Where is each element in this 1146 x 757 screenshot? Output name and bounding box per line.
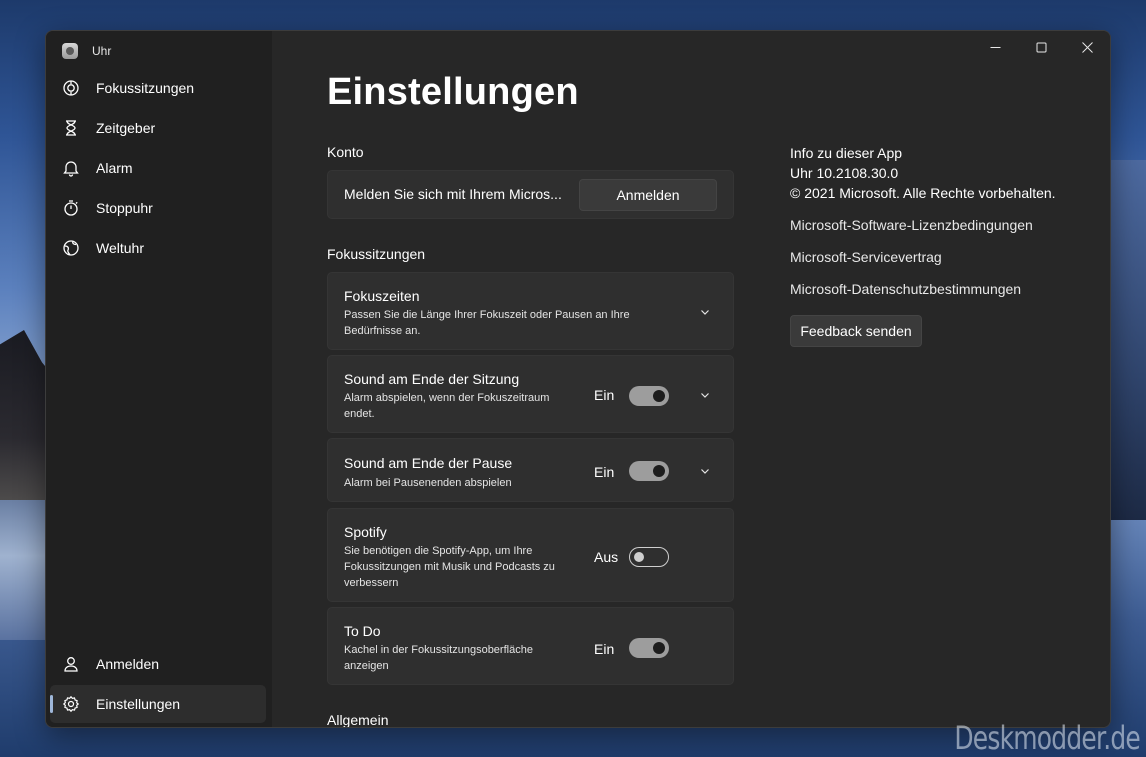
sign-in-button[interactable]: Anmelden: [579, 179, 717, 211]
maximize-icon: [1036, 42, 1046, 52]
card-description: Sie benötigen die Spotify-App, um Ihre F…: [344, 545, 555, 589]
settings-page: Einstellungen Konto Melden Sie sich mit …: [272, 31, 1110, 727]
card-title: Spotify: [344, 524, 387, 540]
toggle-knob: [653, 465, 665, 477]
hourglass-icon: [62, 119, 80, 137]
card-title: Sound am Ende der Pause: [344, 455, 513, 471]
break-end-sound-card: Sound am Ende der Pause Alarm bei Pausen…: [327, 438, 734, 502]
license-terms-link[interactable]: Microsoft-Software-Lizenzbedingungen: [790, 215, 1056, 235]
page-title: Einstellungen: [327, 71, 579, 113]
sidebar-item-label: Einstellungen: [96, 696, 181, 712]
toggle-state-label: Ein: [594, 641, 615, 657]
account-card: Melden Sie sich mit Ihrem Micros... Anme…: [327, 170, 734, 219]
todo-toggle[interactable]: [629, 638, 669, 658]
minimize-icon: [990, 46, 1000, 48]
card-description: Alarm abspielen, wenn der Fokuszeitraum …: [344, 392, 550, 420]
sidebar-item-world-clock[interactable]: Weltuhr: [50, 229, 266, 267]
app-version: Uhr 10.2108.30.0: [790, 165, 899, 181]
focus-times-card[interactable]: Fokuszeiten Passen Sie die Länge Ihrer F…: [327, 272, 734, 350]
close-button[interactable]: [1064, 31, 1110, 63]
session-end-sound-card: Sound am Ende der Sitzung Alarm abspiele…: [327, 355, 734, 433]
section-focus-sessions: Fokussitzungen: [327, 246, 426, 262]
watermark-text: Deskmodder.de: [954, 719, 1140, 757]
card-title: Sound am Ende der Sitzung: [344, 371, 520, 387]
sidebar-item-timer[interactable]: Zeitgeber: [50, 109, 266, 147]
privacy-statement-link[interactable]: Microsoft-Datenschutzbestimmungen: [790, 279, 1056, 299]
toggle-knob: [653, 390, 665, 402]
app-title-bar: Uhr: [62, 41, 111, 61]
account-signin-text: Melden Sie sich mit Ihrem Micros...: [344, 186, 562, 202]
clock-app-icon: [62, 43, 78, 59]
globe-icon: [62, 239, 80, 257]
person-icon: [62, 655, 80, 673]
section-general: Allgemein: [327, 712, 389, 728]
card-description: Kachel in der Fokussitzungsoberfläche an…: [344, 644, 533, 672]
sidebar-item-stopwatch[interactable]: Stoppuhr: [50, 189, 266, 227]
sidebar-item-label: Weltuhr: [96, 240, 144, 256]
toggle-state-label: Aus: [594, 549, 619, 565]
caption-buttons: [972, 31, 1110, 63]
sidebar-item-label: Zeitgeber: [96, 120, 156, 136]
card-title: Fokuszeiten: [344, 288, 420, 304]
break-end-sound-toggle[interactable]: [629, 461, 669, 481]
close-icon: [1081, 41, 1093, 53]
gear-icon: [62, 695, 80, 713]
clock-app-window: Uhr Fokussitzungen Zeitgeber Alarm Stopp…: [45, 30, 1111, 728]
app-title: Uhr: [92, 44, 112, 58]
section-account: Konto: [327, 144, 364, 160]
about-app-panel: Info zu dieser App Uhr 10.2108.30.0 © 20…: [790, 143, 1056, 347]
spotify-toggle[interactable]: [629, 547, 669, 567]
desktop-right-edge: [1106, 160, 1146, 520]
sidebar-item-label: Alarm: [96, 160, 133, 176]
sidebar-item-alarm[interactable]: Alarm: [50, 149, 266, 187]
maximize-button[interactable]: [1018, 31, 1064, 63]
card-description: Alarm bei Pausenenden abspielen: [344, 477, 512, 489]
chevron-down-icon[interactable]: [698, 464, 712, 478]
sidebar-item-settings[interactable]: Einstellungen: [50, 685, 266, 723]
todo-card: To Do Kachel in der Fokussitzungsoberflä…: [327, 607, 734, 685]
copyright-text: © 2021 Microsoft. Alle Rechte vorbehalte…: [790, 185, 1056, 201]
stopwatch-icon: [62, 199, 80, 217]
sidebar-bottom-nav: Anmelden Einstellungen: [50, 645, 266, 725]
bell-icon: [62, 159, 80, 177]
sidebar-item-label: Fokussitzungen: [96, 80, 195, 96]
toggle-state-label: Ein: [594, 387, 615, 403]
card-title: To Do: [344, 623, 381, 639]
send-feedback-button[interactable]: Feedback senden: [790, 315, 922, 347]
about-heading: Info zu dieser App: [790, 145, 903, 161]
service-agreement-link[interactable]: Microsoft-Servicevertrag: [790, 247, 1056, 267]
minimize-button[interactable]: [972, 31, 1018, 63]
sidebar: Uhr Fokussitzungen Zeitgeber Alarm Stopp…: [46, 31, 272, 727]
toggle-state-label: Ein: [594, 464, 615, 480]
spotify-card: Spotify Sie benötigen die Spotify-App, u…: [327, 508, 734, 602]
card-description: Passen Sie die Länge Ihrer Fokuszeit ode…: [344, 309, 630, 337]
sidebar-item-label: Stoppuhr: [96, 200, 153, 216]
sidebar-nav: Fokussitzungen Zeitgeber Alarm Stoppuhr: [50, 69, 266, 269]
toggle-knob: [653, 642, 665, 654]
chevron-down-icon[interactable]: [698, 388, 712, 402]
sidebar-item-label: Anmelden: [96, 656, 160, 672]
focus-icon: [62, 79, 80, 97]
session-end-sound-toggle[interactable]: [629, 386, 669, 406]
sidebar-item-sign-in[interactable]: Anmelden: [50, 645, 266, 683]
toggle-knob: [634, 552, 644, 562]
chevron-down-icon[interactable]: [698, 305, 712, 319]
sidebar-item-focus-sessions[interactable]: Fokussitzungen: [50, 69, 266, 107]
